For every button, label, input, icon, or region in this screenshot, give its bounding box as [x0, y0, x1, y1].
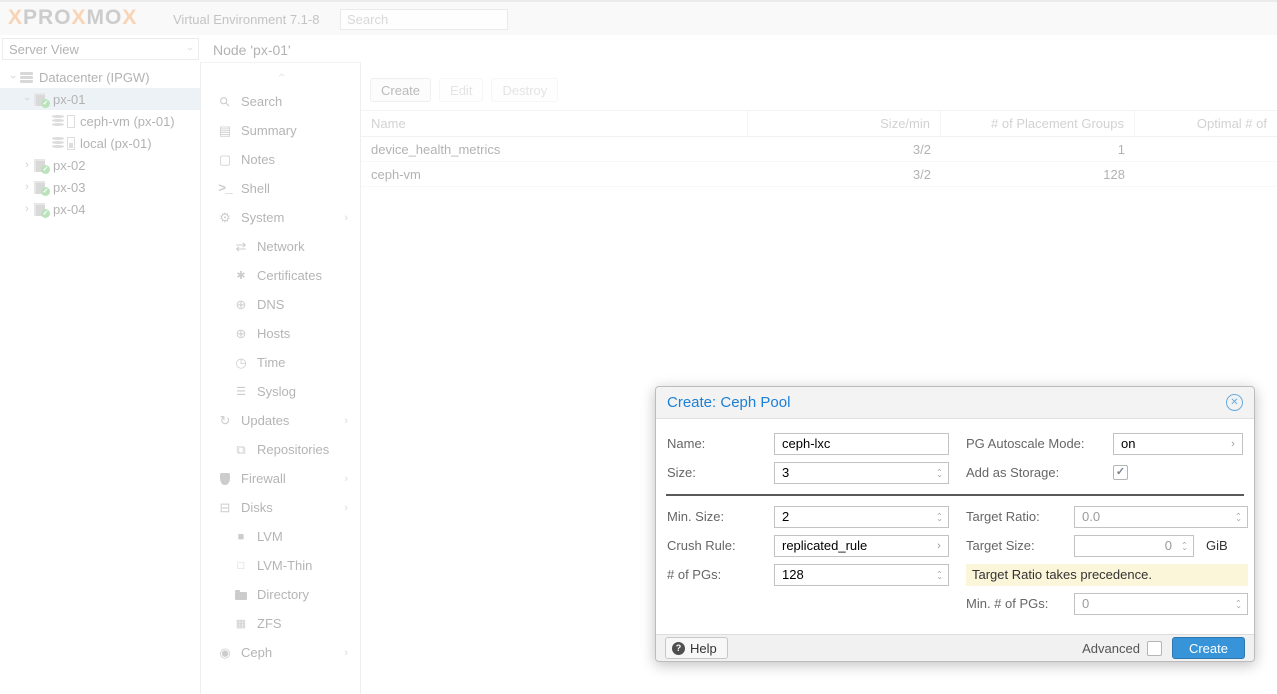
target-size-value: 0	[1082, 538, 1175, 553]
min-#-of-pgs-label: Min. # of PGs:	[966, 596, 1074, 611]
#-of-pgs-label: # of PGs:	[667, 567, 774, 582]
form-row: Crush Rule:replicated_rule›	[667, 531, 949, 560]
chevron-down-icon[interactable]: ›	[1224, 438, 1242, 450]
add-as-storage-checkbox[interactable]: ✓	[1113, 465, 1128, 480]
spinner-arrows-icon[interactable]: ››	[1229, 507, 1247, 527]
help-button-label: Help	[690, 641, 717, 656]
create-submit-label: Create	[1189, 641, 1228, 656]
min-size-value: 2	[782, 509, 930, 524]
spinner-up-icon[interactable]: ›	[1235, 512, 1241, 515]
spinner-up-icon[interactable]: ›	[1181, 541, 1187, 544]
dialog-title: Create: Ceph Pool	[667, 394, 790, 411]
target-ratio-field[interactable]: 0.0››	[1074, 506, 1248, 528]
target-ratio-note: Target Ratio takes precedence.	[966, 564, 1248, 586]
help-icon: ?	[672, 642, 685, 655]
crush-rule-value: replicated_rule	[782, 538, 930, 553]
min-size-label: Min. Size:	[667, 509, 774, 524]
spinner-down-icon[interactable]: ›	[1181, 547, 1187, 550]
crush-rule-label: Crush Rule:	[667, 538, 774, 553]
proxmox-app: XPROXMOX Virtual Environment 7.1-8 Serve…	[0, 0, 1277, 694]
pg-autoscale-mode-label: PG Autoscale Mode:	[966, 436, 1113, 451]
spinner-arrows-icon[interactable]: ››	[1175, 536, 1193, 556]
spinner-arrows-icon[interactable]: ››	[930, 463, 948, 483]
spinner-up-icon[interactable]: ›	[1235, 599, 1241, 602]
form-row: Min. # of PGs:0››	[966, 589, 1248, 618]
spinner-arrows-icon[interactable]: ››	[930, 565, 948, 585]
min-#-of-pgs-value: 0	[1082, 596, 1229, 611]
spinner-down-icon[interactable]: ›	[936, 518, 942, 521]
dialog-footer: ? Help Advanced Create	[656, 634, 1254, 661]
spinner-down-icon[interactable]: ›	[936, 576, 942, 579]
form-row: PG Autoscale Mode:on›	[966, 429, 1248, 458]
create-ceph-pool-dialog: Create: Ceph Pool ✕ Name:ceph-lxcSize:3›…	[655, 386, 1255, 662]
form-row: Name: ceph-lxc	[667, 429, 949, 458]
min-#-of-pgs-field[interactable]: 0››	[1074, 593, 1248, 615]
target-ratio-label: Target Ratio:	[966, 509, 1074, 524]
dialog-header[interactable]: Create: Ceph Pool ✕	[656, 387, 1254, 419]
name-field[interactable]: ceph-lxc	[774, 433, 949, 455]
pg-autoscale-mode-value: on	[1121, 436, 1224, 451]
size-value: 3	[782, 465, 930, 480]
pg-autoscale-mode-field[interactable]: on›	[1113, 433, 1243, 455]
help-button[interactable]: ? Help	[665, 637, 728, 659]
spinner-arrows-icon[interactable]: ››	[930, 507, 948, 527]
close-icon[interactable]: ✕	[1226, 394, 1243, 411]
add-as-storage-label: Add as Storage:	[966, 465, 1113, 480]
size-label: Size:	[667, 465, 774, 480]
#-of-pgs-field[interactable]: 128››	[774, 564, 949, 586]
#-of-pgs-value: 128	[782, 567, 930, 582]
spinner-down-icon[interactable]: ›	[936, 474, 942, 477]
spinner-up-icon[interactable]: ›	[936, 512, 942, 515]
min-size-field[interactable]: 2››	[774, 506, 949, 528]
dialog-body: Name:ceph-lxcSize:3›› PG Autoscale Mode:…	[656, 419, 1254, 634]
name-value: ceph-lxc	[782, 436, 948, 451]
crush-rule-field[interactable]: replicated_rule›	[774, 535, 949, 557]
spinner-down-icon[interactable]: ›	[1235, 518, 1241, 521]
form-row: Target Ratio takes precedence.	[966, 560, 1248, 589]
form-row: Min. Size:2››	[667, 502, 949, 531]
target-ratio-value: 0.0	[1082, 509, 1229, 524]
advanced-checkbox[interactable]	[1147, 641, 1162, 656]
spinner-down-icon[interactable]: ›	[1235, 605, 1241, 608]
form-row: Target Ratio:0.0››	[966, 502, 1248, 531]
form-row: Add as Storage:✓	[966, 458, 1248, 487]
form-row: Target Size:0››GiB	[966, 531, 1248, 560]
spinner-up-icon[interactable]: ›	[936, 468, 942, 471]
spinner-arrows-icon[interactable]: ››	[1229, 594, 1247, 614]
name-label: Name:	[667, 436, 774, 451]
advanced-label: Advanced	[1082, 641, 1140, 656]
unit-label: GiB	[1206, 538, 1228, 553]
chevron-down-icon[interactable]: ›	[930, 540, 948, 552]
size-field[interactable]: 3››	[774, 462, 949, 484]
spinner-up-icon[interactable]: ›	[936, 570, 942, 573]
target-size-label: Target Size:	[966, 538, 1074, 553]
target-size-field[interactable]: 0››	[1074, 535, 1194, 557]
create-submit-button[interactable]: Create	[1172, 637, 1245, 659]
form-row: Size:3››	[667, 458, 949, 487]
advanced-separator	[666, 494, 1244, 496]
form-row: # of PGs:128››	[667, 560, 949, 589]
